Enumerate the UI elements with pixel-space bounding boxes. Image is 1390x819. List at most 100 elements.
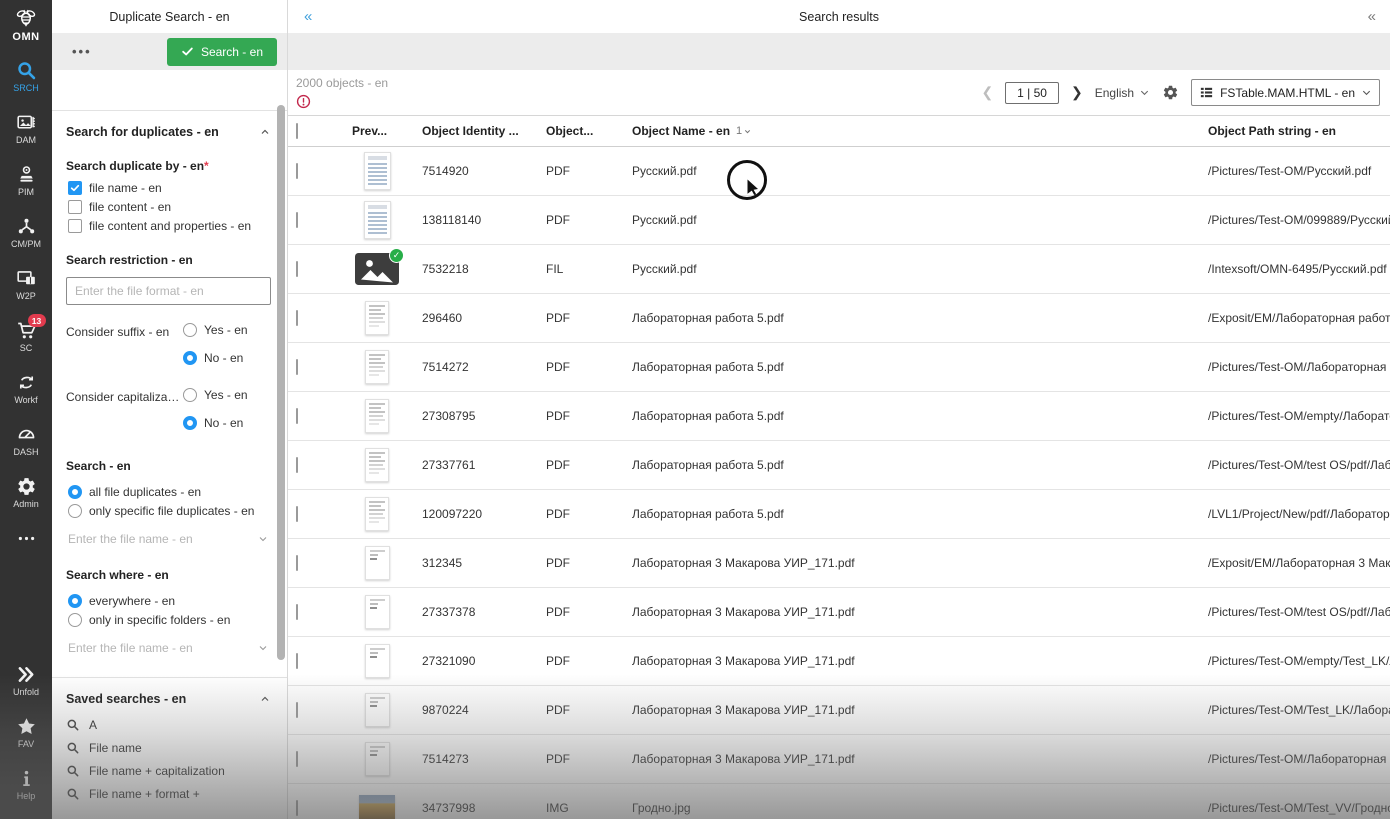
sidebar-item-help[interactable]: Help: [0, 765, 52, 804]
object-name: Лабораторная 3 Макарова УИР_171.pdf: [632, 752, 855, 766]
row-thumbnail[interactable]: [332, 644, 422, 678]
file-format-input[interactable]: [66, 277, 271, 305]
row-thumbnail[interactable]: [332, 595, 422, 629]
more-actions-button[interactable]: •••: [62, 40, 102, 63]
collapse-right-icon[interactable]: «: [1368, 8, 1376, 25]
radio-search-where-only-in-specific-folders-en[interactable]: [68, 613, 82, 627]
row-checkbox[interactable]: [296, 310, 298, 326]
table-row[interactable]: 296460 PDF Лабораторная работа 5.pdf /Ex…: [288, 294, 1390, 343]
table-row[interactable]: 7514273 PDF Лабораторная 3 Макарова УИР_…: [288, 735, 1390, 784]
row-checkbox[interactable]: [296, 457, 298, 473]
table-row[interactable]: 9870224 PDF Лабораторная 3 Макарова УИР_…: [288, 686, 1390, 735]
row-checkbox[interactable]: [296, 212, 298, 228]
radio-suffix-no-en[interactable]: [183, 351, 197, 365]
section-search-for-duplicates[interactable]: Search for duplicates - en: [66, 125, 271, 139]
object-identity: 9870224: [422, 703, 469, 717]
row-thumbnail[interactable]: [332, 152, 422, 190]
row-checkbox[interactable]: [296, 163, 298, 179]
row-thumbnail[interactable]: [332, 301, 422, 335]
radio-capitalization-yes-en[interactable]: [183, 388, 197, 402]
settings-gear-icon[interactable]: [1162, 84, 1179, 101]
row-thumbnail[interactable]: ✓: [332, 248, 422, 285]
column-header-type[interactable]: Object...: [546, 124, 632, 138]
search-button[interactable]: Search - en: [166, 37, 277, 66]
row-thumbnail[interactable]: [332, 693, 422, 727]
table-row[interactable]: 7514920 PDF Русский.pdf /Pictures/Test-O…: [288, 147, 1390, 196]
sidebar-item-sc[interactable]: 13 SC: [0, 314, 52, 356]
radio-search-mode-all-file-duplicates-en[interactable]: [68, 485, 82, 499]
checkbox-duplicate-by-file-name-en[interactable]: [68, 181, 82, 195]
app-logo[interactable]: OMN: [12, 6, 39, 43]
row-checkbox[interactable]: [296, 261, 298, 277]
table-row[interactable]: 138118140 PDF Русский.pdf /Pictures/Test…: [288, 196, 1390, 245]
column-header-name[interactable]: Object Name - en 1: [632, 124, 1208, 138]
radio-search-where-everywhere-en[interactable]: [68, 594, 82, 608]
previous-page-icon[interactable]: ❮︎: [981, 84, 993, 101]
folder-combobox[interactable]: Enter the file name - en: [68, 641, 269, 659]
row-thumbnail[interactable]: [332, 201, 422, 239]
row-thumbnail[interactable]: [332, 742, 422, 776]
table-row[interactable]: 27337378 PDF Лабораторная 3 Макарова УИР…: [288, 588, 1390, 637]
row-thumbnail[interactable]: [332, 350, 422, 384]
row-thumbnail[interactable]: [332, 448, 422, 482]
radio-capitalization-no-en[interactable]: [183, 416, 197, 430]
sidebar-item-unfold[interactable]: Unfold: [0, 661, 52, 700]
collapse-panel-icon[interactable]: «: [304, 8, 312, 25]
select-all-checkbox[interactable]: [296, 123, 298, 139]
row-checkbox[interactable]: [296, 604, 298, 620]
radio-suffix-yes-en[interactable]: [183, 323, 197, 337]
column-header-identity[interactable]: Object Identity ...: [422, 124, 546, 138]
help-icon: [16, 768, 37, 789]
row-thumbnail[interactable]: [332, 546, 422, 580]
row-thumbnail[interactable]: [332, 399, 422, 433]
file-name-combobox[interactable]: Enter the file name - en: [68, 532, 269, 550]
row-checkbox[interactable]: [296, 751, 298, 767]
table-row[interactable]: 312345 PDF Лабораторная 3 Макарова УИР_1…: [288, 539, 1390, 588]
row-checkbox[interactable]: [296, 408, 298, 424]
table-row[interactable]: 7514272 PDF Лабораторная работа 5.pdf /P…: [288, 343, 1390, 392]
sidebar-item-fav[interactable]: FAV: [0, 713, 52, 752]
saved-search-item[interactable]: File name + capitalization: [66, 764, 271, 778]
row-thumbnail[interactable]: [332, 497, 422, 531]
table-row[interactable]: 27337761 PDF Лабораторная работа 5.pdf /…: [288, 441, 1390, 490]
page-indicator[interactable]: 1 | 50: [1005, 81, 1059, 104]
next-page-icon[interactable]: ❯︎: [1071, 84, 1083, 101]
sidebar-item-workf[interactable]: Workf: [0, 369, 52, 408]
row-checkbox[interactable]: [296, 702, 298, 718]
row-thumbnail[interactable]: [332, 794, 422, 819]
table-row[interactable]: 27321090 PDF Лабораторная 3 Макарова УИР…: [288, 637, 1390, 686]
sort-indicator[interactable]: 1: [736, 125, 752, 137]
row-checkbox[interactable]: [296, 359, 298, 375]
row-checkbox[interactable]: [296, 506, 298, 522]
saved-search-item[interactable]: File name + format +: [66, 787, 271, 801]
table-row[interactable]: 34737998 IMG Гродно.jpg /Pictures/Test-O…: [288, 784, 1390, 819]
sidebar-item-srch[interactable]: SRCH: [0, 57, 52, 96]
saved-search-item[interactable]: File name: [66, 741, 271, 755]
row-checkbox[interactable]: [296, 555, 298, 571]
row-checkbox[interactable]: [296, 653, 298, 669]
sidebar-item-w2p[interactable]: W2P: [0, 265, 52, 304]
table-row[interactable]: ✓ 7532218 FIL Русский.pdf /Intexsoft/OMN…: [288, 245, 1390, 294]
checkbox-duplicate-by-file-content-and-properties-en[interactable]: [68, 219, 82, 233]
sidebar-item-more[interactable]: [0, 525, 52, 554]
sidebar-item-cm-pm[interactable]: CM/PM: [0, 213, 52, 252]
section-saved-searches[interactable]: Saved searches - en: [66, 692, 271, 706]
warning-icon[interactable]: [296, 94, 311, 109]
table-row[interactable]: 27308795 PDF Лабораторная работа 5.pdf /…: [288, 392, 1390, 441]
saved-search-item[interactable]: A: [66, 718, 271, 732]
sidebar-item-dam[interactable]: DAM: [0, 109, 52, 148]
panel-scrollbar-thumb[interactable]: [277, 105, 285, 660]
checkbox-duplicate-by-file-content-en[interactable]: [68, 200, 82, 214]
view-template-select[interactable]: FSTable.MAM.HTML - en: [1191, 79, 1380, 106]
row-checkbox[interactable]: [296, 800, 298, 816]
column-header-preview[interactable]: Prev...: [332, 124, 422, 138]
table-row[interactable]: 120097220 PDF Лабораторная работа 5.pdf …: [288, 490, 1390, 539]
object-count: 2000 objects - en: [296, 76, 389, 90]
object-path: /Pictures/Test-OM/empty/Лаборатор: [1208, 409, 1390, 423]
radio-search-mode-only-specific-file-duplicates-en[interactable]: [68, 504, 82, 518]
sidebar-item-pim[interactable]: PIM: [0, 161, 52, 200]
column-header-path[interactable]: Object Path string - en: [1208, 124, 1390, 138]
language-select[interactable]: English: [1095, 86, 1150, 100]
sidebar-item-admin[interactable]: Admin: [0, 473, 52, 512]
sidebar-item-dash[interactable]: DASH: [0, 421, 52, 460]
